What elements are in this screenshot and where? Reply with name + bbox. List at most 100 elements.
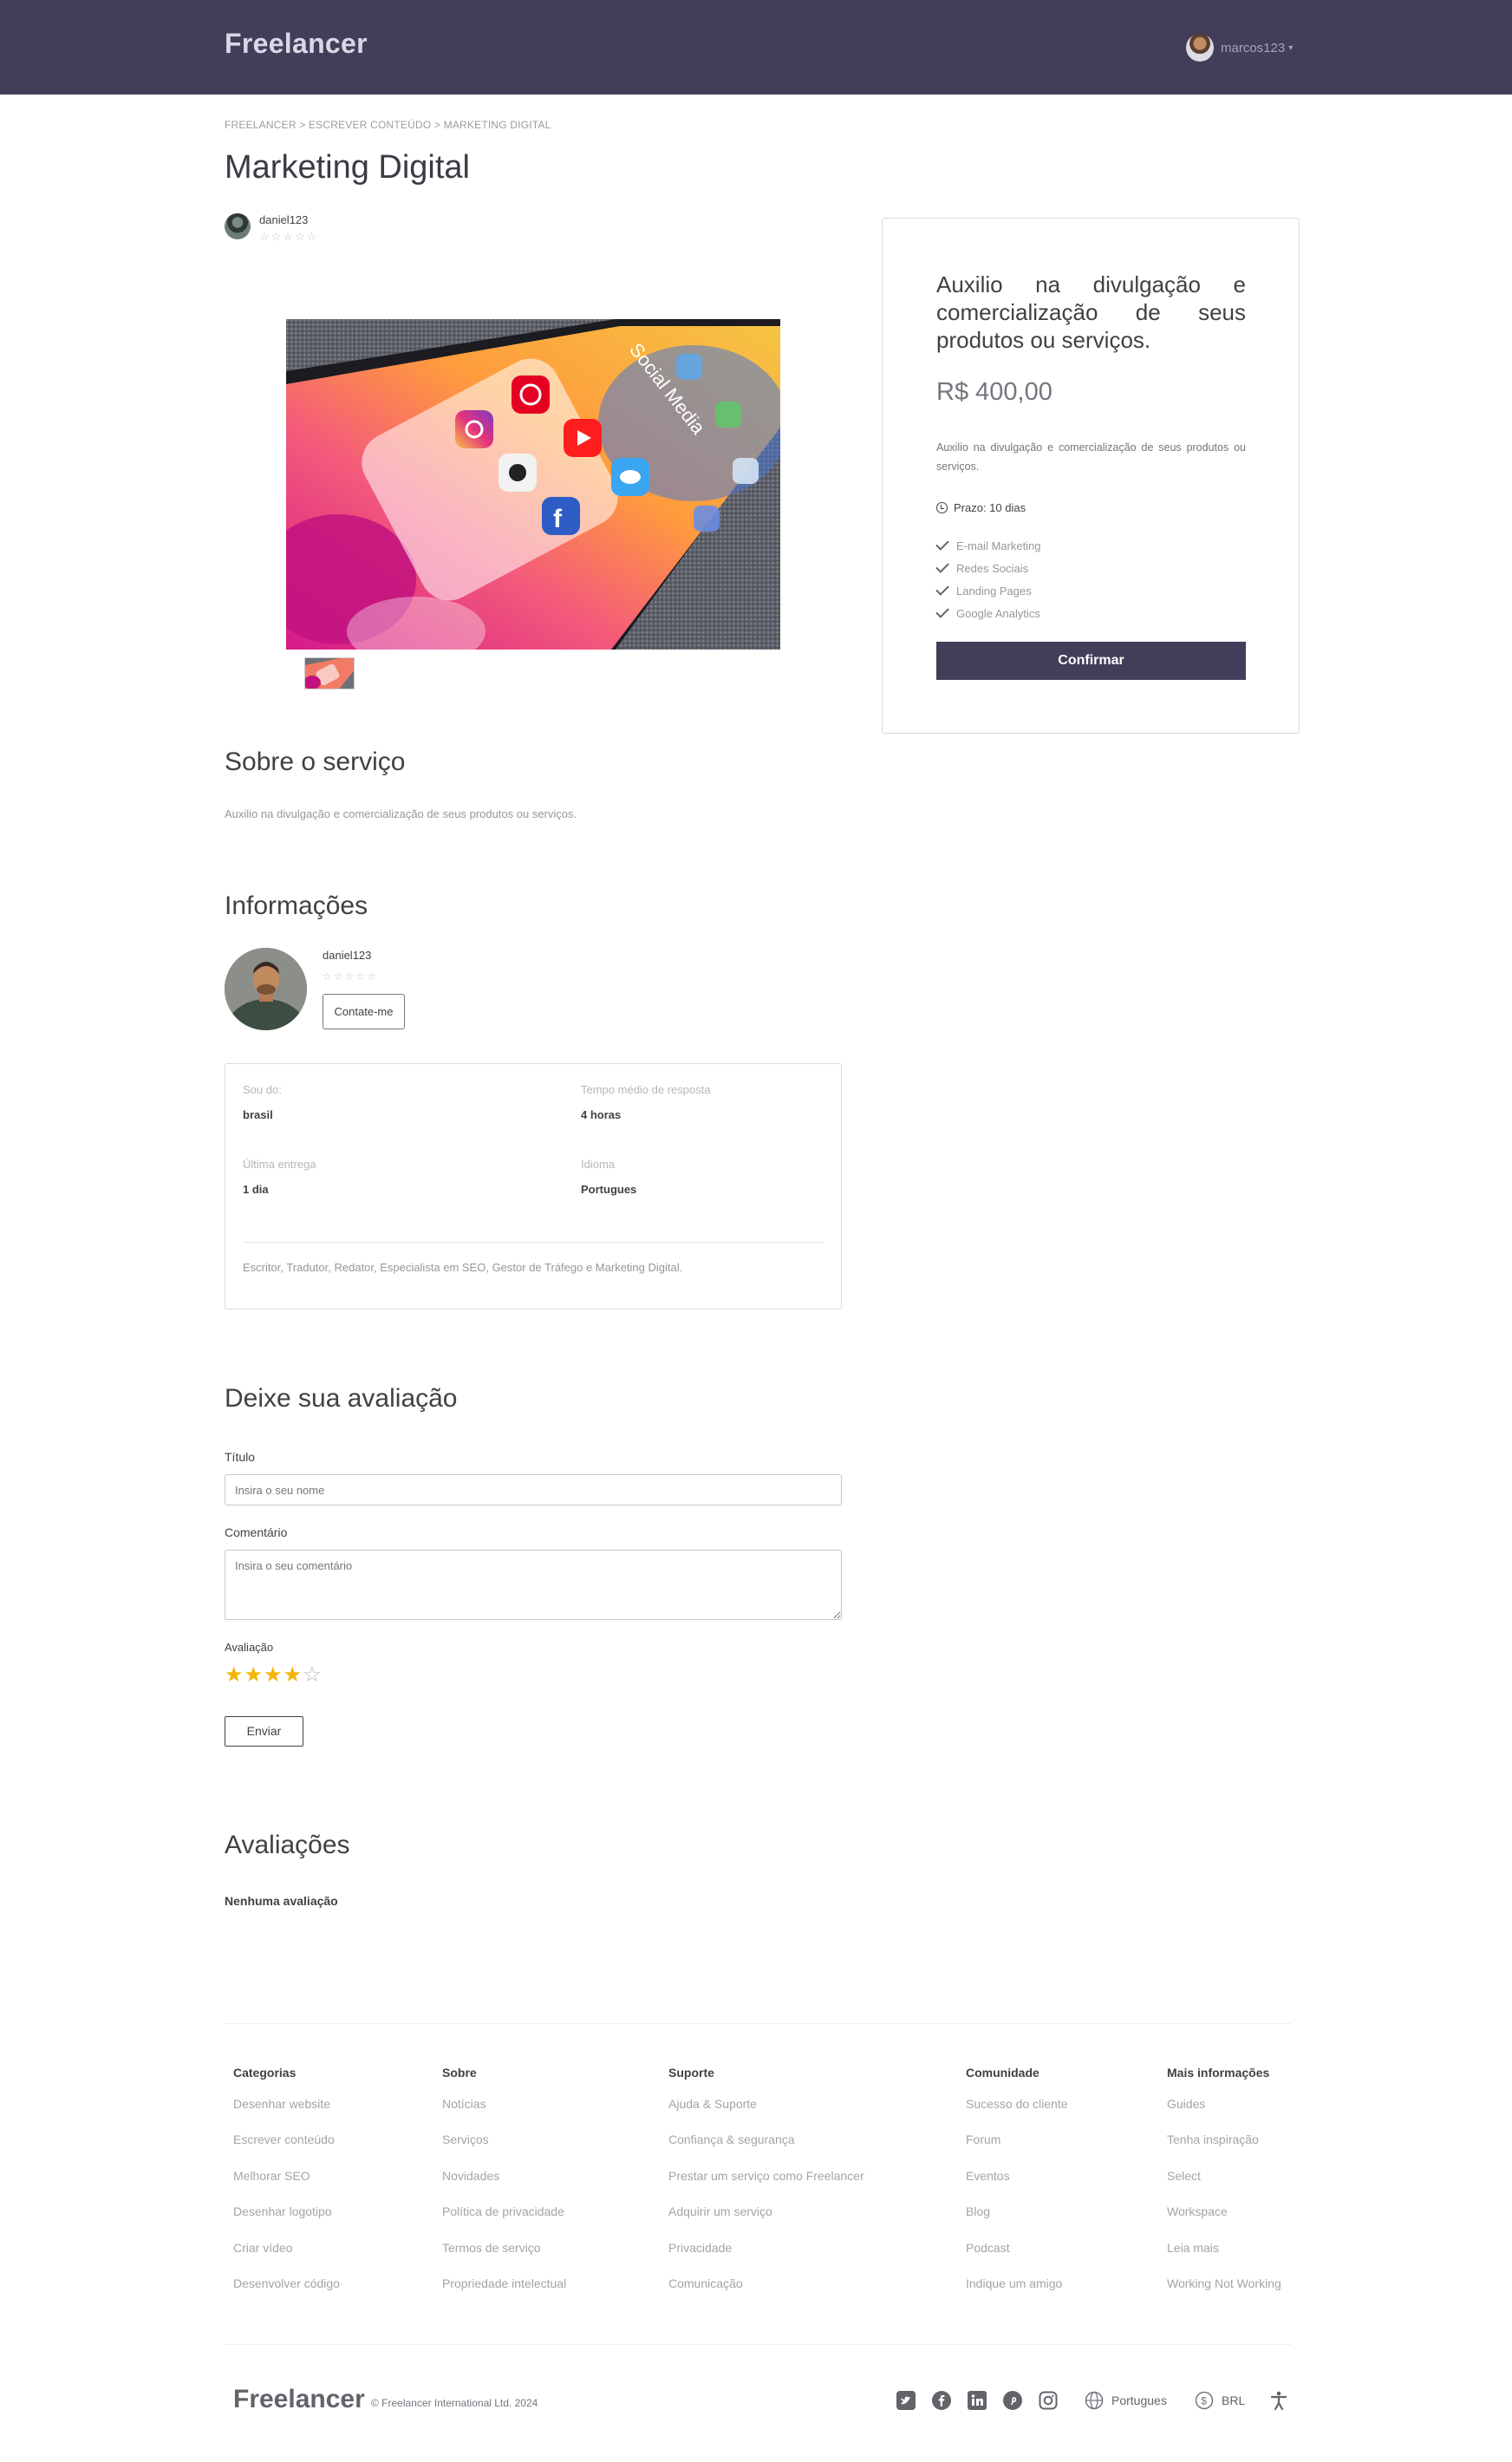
brand-logo[interactable]: Freelancer [225,28,368,60]
feature-label: Landing Pages [956,584,1032,598]
footer-logo[interactable]: Freelancer [233,2385,365,2414]
footer-link[interactable]: Política de privacidade [442,2204,566,2240]
footer-col-sobre: Sobre Notícias Serviços Novidades Políti… [442,2066,566,2312]
seller-rating-stars: ☆☆☆☆☆ [259,230,319,243]
info-divider [243,1242,824,1243]
clock-icon [936,502,948,513]
footer-col-suporte: Suporte Ajuda & Suporte Confiança & segu… [668,2066,864,2312]
footer-link[interactable]: Leia mais [1167,2241,1281,2276]
response-time-value: 4 horas [581,1108,622,1121]
package-title: Auxilio na divulgação e comercialização … [936,271,1246,353]
footer-link[interactable]: Propriedade intelectual [442,2276,566,2312]
feature-item: E-mail Marketing [935,534,1041,557]
footer-link[interactable]: Forum [966,2132,1068,2168]
footer-link[interactable]: Desenvolver código [233,2276,340,2312]
feature-label: E-mail Marketing [956,539,1041,552]
footer-link[interactable]: Ajuda & Suporte [668,2097,864,2132]
footer-link[interactable]: Confiança & segurança [668,2132,864,2168]
footer-col-categorias: Categorias Desenhar website Escrever con… [233,2066,340,2312]
about-text: Auxilio na divulgação e comercialização … [225,807,577,820]
rating-star[interactable]: ☆ [303,1663,323,1687]
currency-selector[interactable]: $ BRL [1195,2391,1245,2410]
review-comment-textarea[interactable] [225,1550,842,1620]
footer-link[interactable]: Novidades [442,2169,566,2204]
title-label: Título [225,1450,256,1464]
language-label: Idioma [581,1158,616,1171]
footer-link[interactable]: Indique um amigo [966,2276,1068,2312]
footer-link[interactable]: Desenhar logotipo [233,2204,340,2240]
reviews-heading: Avaliações [225,1831,350,1859]
package-description: Auxilio na divulgação e comercialização … [936,441,1246,473]
social-links [896,2391,1074,2410]
footer-link[interactable]: Podcast [966,2241,1068,2276]
check-icon [935,604,949,618]
rating-label: Avaliação [225,1641,274,1654]
feature-item: Google Analytics [935,602,1041,624]
thumbnail-image [305,658,354,689]
instagram-icon[interactable] [1039,2391,1058,2410]
page-title: Marketing Digital [225,149,470,186]
from-label: Sou do: [243,1083,282,1096]
confirm-button[interactable]: Confirmar [936,642,1246,680]
footer-col-mais-informacoes: Mais informações Guides Tenha inspiração… [1167,2066,1281,2312]
submit-review-button[interactable]: Enviar [225,1716,303,1747]
footer-link[interactable]: Sucesso do cliente [966,2097,1068,2132]
rating-input[interactable]: ★★★★☆ [225,1662,323,1688]
rating-star[interactable]: ★ [264,1663,284,1687]
accessibility-icon[interactable] [1268,2390,1289,2415]
footer-link[interactable]: Tenha inspiração [1167,2132,1281,2168]
freelancer-avatar [225,948,307,1030]
globe-icon [1085,2391,1104,2410]
review-title-input[interactable] [225,1474,842,1505]
footer-link[interactable]: Serviços [442,2132,566,2168]
footer-link[interactable]: Adquirir um serviço [668,2204,864,2240]
contact-button[interactable]: Contate-me [323,994,405,1029]
facebook-icon[interactable] [932,2391,951,2410]
freelancer-bio: Escritor, Tradutor, Redator, Especialist… [243,1261,683,1274]
footer-link[interactable]: Working Not Working [1167,2276,1281,2312]
pinterest-icon[interactable] [1003,2391,1022,2410]
language-selector[interactable]: Portugues [1085,2391,1167,2410]
rating-star[interactable]: ★ [284,1663,303,1687]
footer-link[interactable]: Melhorar SEO [233,2169,340,2204]
footer-link[interactable]: Escrever conteúdo [233,2132,340,2168]
footer-link[interactable]: Select [1167,2169,1281,2204]
username: marcos123 [1221,40,1286,56]
footer-col-title: Mais informações [1167,2066,1270,2080]
social-media-phone-image: f Social Media [286,319,780,650]
freelancer-info-box: Sou do: brasil Tempo médio de resposta 4… [225,1063,842,1309]
linkedin-icon[interactable] [968,2391,987,2410]
footer-link[interactable]: Termos de serviço [442,2241,566,2276]
footer-link[interactable]: Prestar um serviço como Freelancer [668,2169,864,2204]
twitter-icon[interactable] [896,2391,916,2410]
footer-link[interactable]: Workspace [1167,2204,1281,2240]
footer-link[interactable]: Desenhar website [233,2097,340,2132]
top-navbar: Freelancer marcos123 ▾ [0,0,1512,95]
user-menu[interactable]: marcos123 ▾ [1186,33,1293,62]
comment-label: Comentário [225,1525,288,1539]
last-delivery-label: Última entrega [243,1158,316,1171]
footer-link[interactable]: Comunicação [668,2276,864,2312]
footer-link[interactable]: Criar vídeo [233,2241,340,2276]
rating-star[interactable]: ★ [244,1663,264,1687]
rating-star[interactable]: ★ [225,1663,244,1687]
currency-label: BRL [1222,2393,1246,2407]
footer-link[interactable]: Guides [1167,2097,1281,2132]
footer-link[interactable]: Privacidade [668,2241,864,2276]
footer-link[interactable]: Blog [966,2204,1068,2240]
no-reviews-text: Nenhuma avaliação [225,1894,338,1908]
footer-link[interactable]: Notícias [442,2097,566,2132]
feature-label: Google Analytics [956,606,1040,620]
package-price: R$ 400,00 [936,378,1053,406]
chevron-down-icon: ▾ [1288,42,1294,53]
review-form-heading: Deixe sua avaliação [225,1384,458,1413]
gallery-thumbnail[interactable] [304,657,355,689]
breadcrumb[interactable]: FREELANCER > ESCREVER CONTEÚDO > MARKETI… [225,119,551,131]
service-main-image: f Social Media [286,319,780,650]
check-icon [935,559,949,573]
seller-name[interactable]: daniel123 [259,213,318,226]
footer-col-title: Comunidade [966,2066,1040,2080]
footer-col-title: Sobre [442,2066,477,2080]
footer-link[interactable]: Eventos [966,2169,1068,2204]
freelancer-name[interactable]: daniel123 [323,949,371,962]
